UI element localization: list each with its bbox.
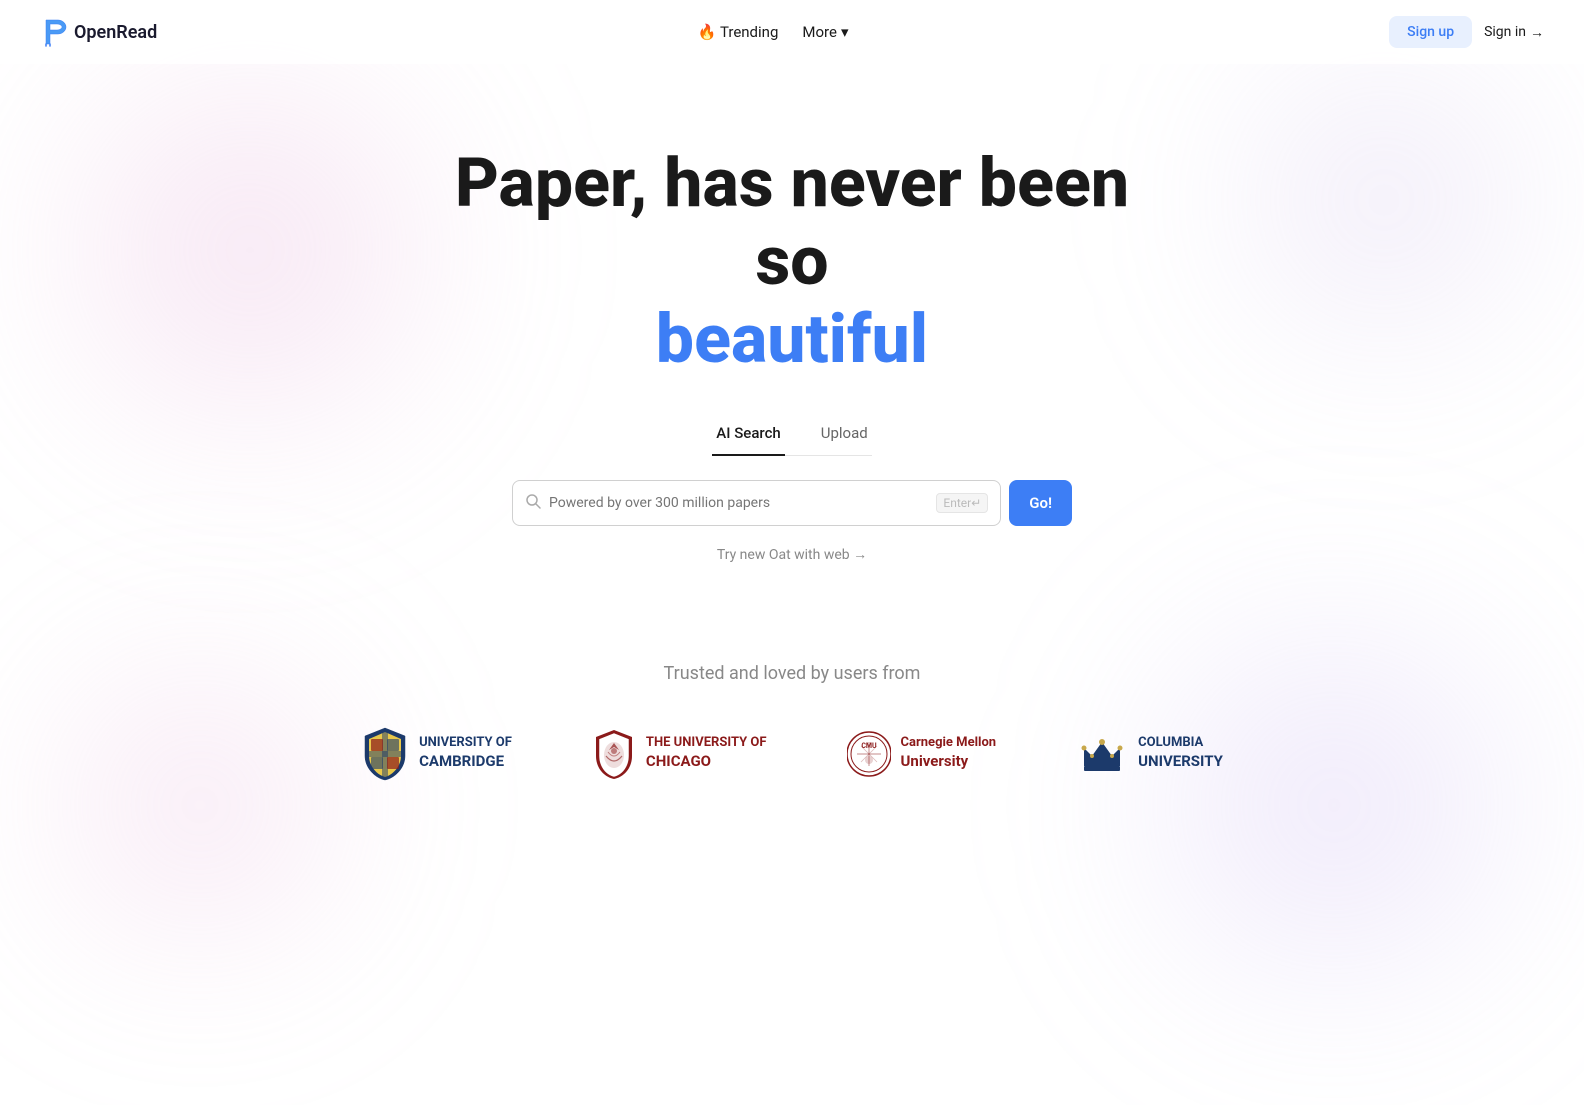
chicago-shield-icon xyxy=(592,728,636,780)
cambridge-name: UNIVERSITY OF CAMBRIDGE xyxy=(419,735,512,771)
cmu-name: Carnegie Mellon University xyxy=(901,735,997,771)
search-input-wrapper: Enter↵ xyxy=(512,480,1001,526)
trending-label: 🔥 Trending xyxy=(698,23,779,41)
signin-label: Sign in xyxy=(1484,24,1526,40)
hero-line3: beautiful xyxy=(656,299,928,379)
hero-line1: Paper, has never been xyxy=(455,143,1129,223)
search-icon xyxy=(525,493,541,513)
logo-text: OpenRead xyxy=(74,22,157,43)
more-button[interactable]: More ▾ xyxy=(802,23,848,41)
go-button[interactable]: Go! xyxy=(1009,480,1072,526)
enter-hint: Enter↵ xyxy=(936,493,988,513)
trending-link[interactable]: 🔥 Trending xyxy=(698,23,779,41)
cambridge-shield-icon xyxy=(361,726,409,782)
navbar: OpenRead 🔥 Trending More ▾ Sign up Sign … xyxy=(0,0,1584,64)
cmu-shield-icon: CMU xyxy=(847,728,891,780)
nav-center: 🔥 Trending More ▾ xyxy=(698,23,849,41)
oat-link[interactable]: Try new Oat with web → xyxy=(717,546,867,563)
university-cmu: CMU Carnegie Mellon University xyxy=(847,724,997,784)
cambridge-logo-img xyxy=(361,724,409,784)
columbia-logo-img xyxy=(1076,724,1128,784)
university-columbia: COLUMBIA UNIVERSITY xyxy=(1076,724,1223,784)
tab-ai-search-label: AI Search xyxy=(716,424,780,442)
search-input[interactable] xyxy=(549,495,936,511)
hero-title: Paper, has never been so beautiful xyxy=(455,144,1129,379)
more-label: More xyxy=(802,23,837,41)
universities-list: UNIVERSITY OF CAMBRIDGE xyxy=(281,724,1303,784)
signin-arrow-icon: → xyxy=(1530,24,1544,41)
signin-button[interactable]: Sign in → xyxy=(1484,24,1544,41)
trusted-title: Trusted and loved by users from xyxy=(664,663,921,684)
search-container: Enter↵ Go! xyxy=(512,480,1072,526)
columbia-crown-icon xyxy=(1076,728,1128,780)
hero-line2: so xyxy=(755,221,828,301)
cmu-logo-img: CMU xyxy=(847,724,891,784)
tab-ai-search[interactable]: AI Search xyxy=(712,416,784,456)
chevron-down-icon: ▾ xyxy=(841,23,849,41)
main-content: Paper, has never been so beautiful AI Se… xyxy=(0,64,1584,784)
tab-upload[interactable]: Upload xyxy=(817,416,872,456)
search-tabs: AI Search Upload xyxy=(712,415,871,456)
university-cambridge: UNIVERSITY OF CAMBRIDGE xyxy=(361,724,512,784)
columbia-name: COLUMBIA UNIVERSITY xyxy=(1138,735,1223,771)
university-chicago: THE UNIVERSITY OF CHICAGO xyxy=(592,724,767,784)
tab-upload-label: Upload xyxy=(821,424,868,442)
signup-button[interactable]: Sign up xyxy=(1389,16,1472,48)
logo-link[interactable]: OpenRead xyxy=(40,16,157,48)
chicago-logo-img xyxy=(592,724,636,784)
trusted-section: Trusted and loved by users from xyxy=(0,663,1584,784)
chicago-name: THE UNIVERSITY OF CHICAGO xyxy=(646,735,767,771)
logo-icon xyxy=(40,16,68,48)
nav-right: Sign up Sign in → xyxy=(1389,16,1544,48)
